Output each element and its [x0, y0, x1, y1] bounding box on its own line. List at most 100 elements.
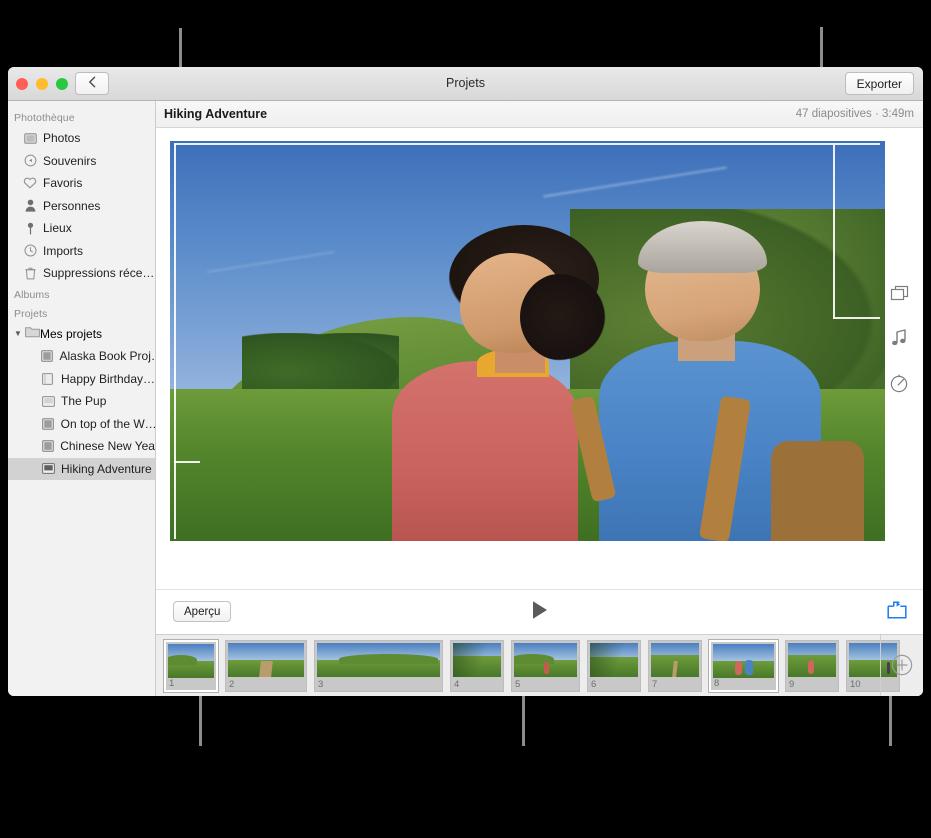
thumbnail-image — [228, 642, 304, 677]
project-header: Hiking Adventure 47 diapositives · 3:49m — [156, 101, 923, 128]
list-item[interactable]: 9 — [785, 639, 839, 692]
slide-number: 8 — [714, 677, 720, 689]
page-title: Hiking Adventure — [164, 107, 268, 121]
book-icon — [38, 417, 58, 430]
sidebar-item-alaska-book-project[interactable]: Alaska Book Proj… — [8, 345, 155, 368]
sidebar-item-souvenirs[interactable]: Souvenirs — [8, 150, 155, 173]
window-titlebar: Projets Exporter — [8, 67, 923, 101]
slide-preview-image[interactable] — [170, 141, 885, 541]
sidebar-item-label: Photos — [43, 131, 81, 146]
sidebar-item-chinese-new-year[interactable]: Chinese New Year — [8, 435, 155, 458]
sidebar-item-happy-birthday[interactable]: Happy Birthday… — [8, 368, 155, 391]
preview-button-label: Aperçu — [184, 605, 221, 618]
sidebar-item-suppressions-recentes[interactable]: Suppressions réce… — [8, 262, 155, 285]
sidebar-item-label: The Pup — [61, 394, 107, 409]
sidebar-item-imports[interactable]: Imports — [8, 240, 155, 263]
crop-frame-right-top — [833, 145, 835, 319]
slide-number: 3 — [318, 678, 324, 690]
export-share-icon — [887, 600, 907, 624]
list-item[interactable]: 3 — [314, 639, 443, 692]
memories-icon — [20, 154, 40, 167]
themes-icon[interactable] — [887, 281, 911, 305]
sidebar-item-lieux[interactable]: Lieux — [8, 217, 155, 240]
sidebar-item-favoris[interactable]: Favoris — [8, 172, 155, 195]
list-item[interactable]: 4 — [450, 639, 504, 692]
plus-circle-icon[interactable] — [890, 653, 914, 677]
thumbnail-image — [453, 642, 501, 677]
list-item[interactable]: 6 — [587, 639, 641, 692]
list-item[interactable]: 5 — [511, 639, 580, 692]
sidebar-section-header-photolibrary: Photothèque — [14, 112, 75, 124]
slideshow-icon — [38, 463, 58, 475]
sidebar-item-label: Chinese New Year — [60, 439, 155, 454]
sidebar-item-label: Suppressions réce… — [43, 266, 155, 281]
triangle-down-icon[interactable]: ▼ — [14, 329, 25, 338]
crop-frame-right-bottom — [833, 317, 880, 319]
sidebar[interactable]: Photothèque Photos Souvenirs Favoris Per… — [8, 101, 156, 696]
slide-number: 10 — [850, 678, 861, 690]
window-body: Photothèque Photos Souvenirs Favoris Per… — [8, 101, 923, 696]
sidebar-item-photos[interactable]: Photos — [8, 127, 155, 150]
share-button[interactable] — [886, 600, 908, 624]
thumbnail-image — [168, 643, 214, 678]
sidebar-item-hiking-adventure[interactable]: Hiking Adventure — [8, 457, 155, 480]
sidebar-item-label: Lieux — [43, 221, 72, 236]
thumbnail-image — [590, 642, 638, 677]
slide-number: 9 — [789, 678, 795, 690]
play-icon — [531, 600, 549, 625]
thumbnail-image — [713, 643, 774, 678]
list-item[interactable]: 7 — [648, 639, 702, 692]
main-panel: Hiking Adventure 47 diapositives · 3:49m — [156, 101, 923, 696]
slide-number: 6 — [591, 678, 597, 690]
sidebar-item-label: Alaska Book Proj… — [59, 349, 155, 364]
stopwatch-icon[interactable] — [887, 371, 911, 395]
play-button[interactable] — [527, 599, 553, 625]
list-item[interactable]: 2 — [225, 639, 307, 692]
sidebar-item-label: Personnes — [43, 198, 101, 213]
slideshow-icon — [38, 395, 58, 407]
photo-trees-left — [241, 333, 399, 397]
preview-stage — [156, 128, 923, 589]
sidebar-item-personnes[interactable]: Personnes — [8, 195, 155, 218]
book-icon — [38, 440, 57, 453]
slide-filmstrip[interactable]: 1 2 3 4 5 6 7 8 9 10 — [156, 634, 923, 696]
thumbnail-image — [514, 642, 577, 677]
filmstrip-divider — [880, 635, 881, 696]
trash-icon — [20, 267, 40, 280]
photo-woman-body — [391, 361, 578, 541]
export-button[interactable]: Exporter — [844, 72, 914, 95]
sidebar-item-the-pup[interactable]: The Pup — [8, 390, 155, 413]
preview-button[interactable]: Aperçu — [173, 601, 232, 622]
sidebar-item-label: Favoris — [43, 176, 83, 191]
crop-frame-inner-left — [174, 461, 200, 463]
slide-number: 4 — [454, 678, 460, 690]
thumbnail-image — [651, 642, 699, 677]
thumbnail-image — [317, 642, 440, 677]
playback-controls: Aperçu — [156, 589, 923, 634]
crop-frame-top — [174, 143, 880, 145]
sidebar-item-label: Souvenirs — [43, 153, 97, 168]
export-button-label: Exporter — [856, 76, 902, 91]
sidebar-folder-label: Mes projets — [40, 326, 103, 341]
list-item[interactable]: 8 — [709, 639, 778, 692]
thumbnail-image — [788, 642, 836, 677]
slide-count-duration: 47 diapositives · 3:49m — [795, 108, 914, 120]
sidebar-item-on-top-of-the-world[interactable]: On top of the W… — [8, 413, 155, 436]
card-icon — [38, 372, 58, 385]
sidebar-item-label: Imports — [43, 243, 84, 258]
pin-icon — [20, 222, 40, 235]
sidebar-item-label: Hiking Adventure — [61, 461, 152, 476]
slide-number: 5 — [515, 678, 521, 690]
book-icon — [38, 350, 56, 363]
heart-icon — [20, 177, 40, 189]
sidebar-folder-mes-projets[interactable]: ▼ Mes projets — [8, 323, 155, 346]
window-title: Projets — [446, 76, 485, 90]
crop-frame-left — [174, 143, 176, 539]
clock-icon — [20, 244, 40, 257]
music-note-icon[interactable] — [887, 326, 911, 350]
list-item[interactable]: 1 — [164, 639, 218, 692]
photos-icon — [20, 132, 40, 144]
sidebar-section-header-projets: Projets — [14, 307, 48, 320]
slide-number: 2 — [229, 678, 235, 690]
app-window: Projets Exporter Photothèque Photos Souv… — [8, 67, 923, 696]
